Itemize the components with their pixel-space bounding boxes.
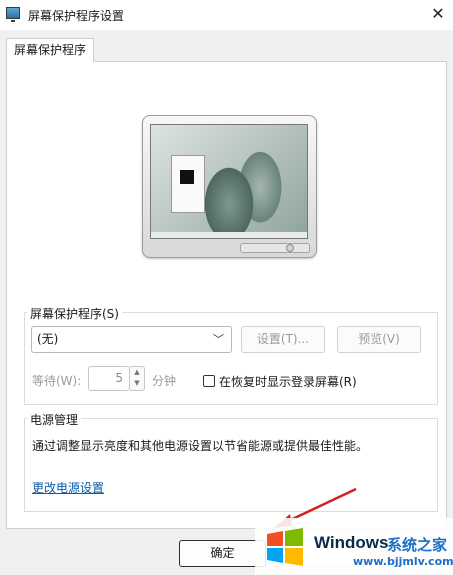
title-bar: 屏幕保护程序设置 ✕ [0, 0, 453, 30]
monitor-screen [150, 124, 308, 239]
preview-button[interactable]: 预览(V) [337, 326, 421, 353]
watermark-url: www.bjjmlv.com [353, 555, 453, 568]
screensaver-group-label: 屏幕保护程序(S) [27, 305, 122, 322]
watermark: Windows 系统之家 www.bjjmlv.com [255, 518, 453, 575]
wait-minutes-input[interactable]: 5 [88, 366, 130, 391]
monitor-base [240, 243, 310, 253]
tab-screensaver[interactable]: 屏幕保护程序 [6, 38, 94, 62]
screensaver-select-value: (无) [37, 332, 59, 346]
monitor-app-icon [6, 7, 20, 22]
close-button[interactable]: ✕ [423, 0, 453, 30]
power-group-label: 电源管理 [27, 411, 82, 428]
screen-dialog-thumbnail [171, 155, 205, 213]
screensaver-select[interactable]: (无) ﹀ [31, 326, 232, 353]
watermark-brand: Windows [314, 533, 389, 552]
change-power-settings-link[interactable]: 更改电源设置 [32, 479, 104, 496]
power-management-group [24, 418, 438, 512]
screen-taskbar-thumbnail [151, 232, 307, 238]
power-description: 通过调整显示亮度和其他电源设置以节省能源或提供最佳性能。 [32, 439, 369, 453]
window-title: 屏幕保护程序设置 [28, 9, 125, 23]
ok-button[interactable]: 确定 [179, 540, 266, 567]
settings-button[interactable]: 设置(T)... [241, 326, 325, 353]
spin-up-icon[interactable]: ▲ [130, 367, 144, 378]
resume-logon-checkbox[interactable] [203, 375, 215, 387]
spin-down-icon[interactable]: ▼ [130, 378, 144, 389]
windows-logo-icon [267, 528, 303, 566]
monitor-power-led [286, 244, 294, 252]
wait-label: 等待(W): [32, 374, 82, 388]
watermark-site-name: 系统之家 [387, 536, 448, 554]
chevron-down-icon: ﹀ [213, 333, 224, 346]
monitor-preview [142, 115, 317, 258]
minutes-label: 分钟 [152, 374, 177, 388]
wait-spinner[interactable]: ▲ ▼ [130, 366, 145, 391]
resume-logon-label[interactable]: 在恢复时显示登录屏幕(R) [219, 373, 357, 390]
tab-label: 屏幕保护程序 [13, 43, 86, 57]
